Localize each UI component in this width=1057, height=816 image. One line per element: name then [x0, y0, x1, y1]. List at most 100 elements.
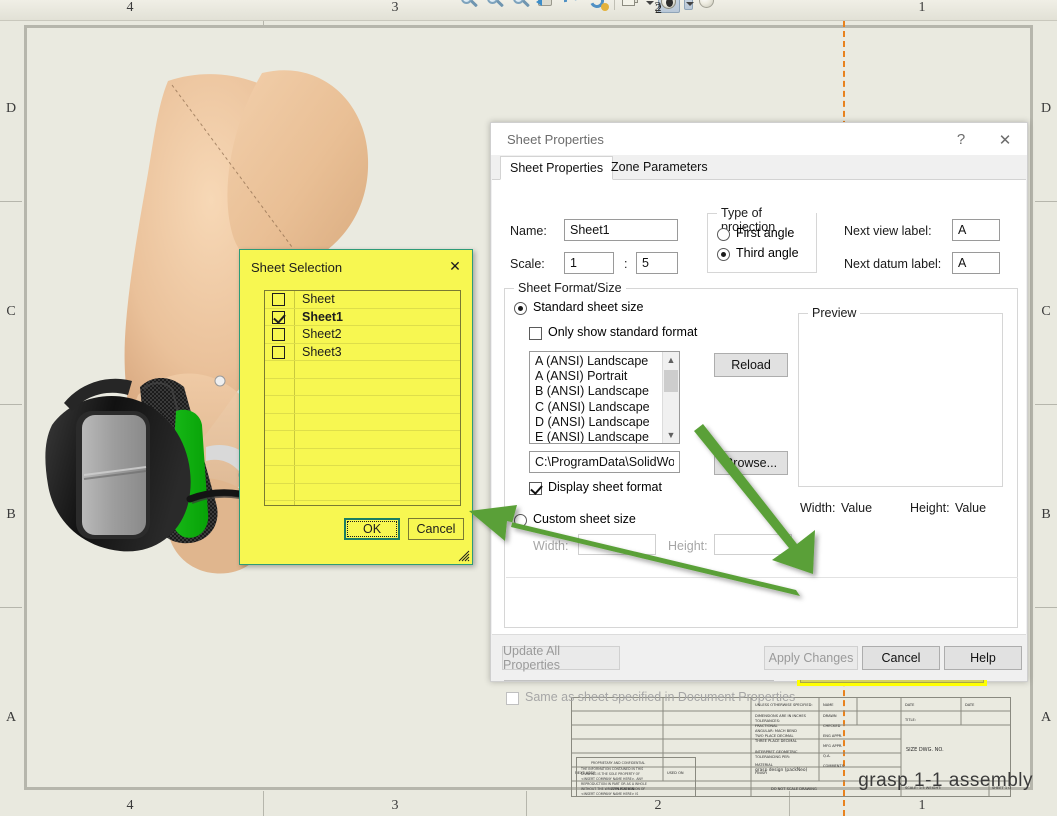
custom-height-input[interactable]	[714, 534, 792, 555]
custom-width-label: Width:	[533, 539, 568, 553]
tb-material-value: grasp design (packNeo)	[755, 767, 808, 773]
list-item[interactable]: Sheet1	[265, 309, 460, 327]
svg-text:ENG APPR.: ENG APPR.	[823, 734, 842, 738]
dialog-body: Name: Scale: : Type of projection First …	[492, 180, 1026, 634]
sheet-checkbox[interactable]	[272, 311, 285, 324]
sheet-format-size-label: Sheet Format/Size	[514, 281, 626, 295]
checkbox-only-standard-box	[529, 327, 542, 340]
zone-column-2-bottom: 2	[628, 798, 688, 814]
tab-sheet-properties[interactable]: Sheet Properties	[500, 156, 613, 180]
sheet-size-options: A (ANSI) Landscape A (ANSI) Portrait B (…	[530, 354, 662, 444]
checkbox-only-standard-label: Only show standard format	[548, 325, 697, 339]
proprietary-note-block: PROPRIETARY AND CONFIDENTIAL THE INFORMA…	[576, 757, 696, 797]
svg-text:DO NOT SCALE DRAWING: DO NOT SCALE DRAWING	[771, 787, 817, 791]
scroll-up-icon[interactable]: ▲	[663, 352, 679, 368]
list-item-empty[interactable]	[265, 396, 460, 414]
sheet-selection-close-icon[interactable]: ✕	[444, 256, 466, 276]
svg-text:INTERPRET GEOMETRIC: INTERPRET GEOMETRIC	[755, 750, 798, 754]
close-icon[interactable]: ✕	[983, 123, 1027, 156]
projection-group: Type of projection First angle Third ang…	[707, 213, 817, 273]
zone-column-4: 4	[100, 0, 160, 16]
sheet-selection-dialog[interactable]: Sheet Selection ✕ Sheet Sheet1 Sheet2 Sh…	[239, 249, 473, 565]
list-item-empty[interactable]	[265, 361, 460, 379]
sheet-format-path-input[interactable]	[529, 451, 680, 473]
svg-text:<INSERT COMPANY NAME HERE>. A: <INSERT COMPANY NAME HERE>. ANY	[581, 777, 643, 781]
next-datum-label: Next datum label:	[844, 257, 941, 271]
list-item[interactable]: E (ANSI) Landscape	[530, 430, 662, 444]
preview-height-value: Value	[955, 501, 986, 515]
update-all-properties-button[interactable]: Update All Properties	[502, 646, 620, 670]
apply-changes-button[interactable]: Apply Changes	[764, 646, 858, 670]
radio-first-angle-label: First angle	[736, 226, 794, 240]
list-item[interactable]: D (ANSI) Landscape	[530, 415, 662, 430]
sheet-selection-title: Sheet Selection	[251, 260, 342, 275]
list-item[interactable]: B (ANSI) Landscape	[530, 384, 662, 399]
dialog-footer: Update All Properties Apply Changes Canc…	[492, 634, 1026, 680]
pan-icon[interactable]	[588, 0, 610, 13]
zoom-to-selection-icon[interactable]	[536, 0, 558, 13]
next-datum-input[interactable]	[952, 252, 1000, 274]
resize-grip-icon[interactable]	[456, 548, 470, 562]
sheet-checkbox[interactable]	[272, 328, 285, 341]
sheet-size-listbox[interactable]: A (ANSI) Landscape A (ANSI) Portrait B (…	[529, 351, 680, 444]
list-item-empty[interactable]	[265, 414, 460, 432]
svg-text:FRACTIONAL: FRACTIONAL	[755, 724, 778, 728]
zoom-to-fit-icon[interactable]	[458, 0, 480, 13]
radio-custom-label: Custom sheet size	[533, 512, 636, 526]
radio-third-angle-dot	[717, 248, 730, 261]
list-item-empty[interactable]	[265, 379, 460, 397]
list-item[interactable]: Sheet3	[265, 344, 460, 362]
list-item-empty[interactable]	[265, 466, 460, 484]
scale-numerator-input[interactable]	[564, 252, 614, 274]
sheet-checkbox[interactable]	[272, 346, 285, 359]
sheet-format-size-group: Sheet Format/Size Standard sheet size On…	[504, 288, 1018, 628]
zoom-in-out-icon[interactable]	[510, 0, 532, 13]
list-item[interactable]: C (ANSI) Landscape	[530, 400, 662, 415]
name-input[interactable]	[564, 219, 678, 241]
preview-width-label: Width:	[800, 501, 835, 515]
help-question-icon[interactable]: ?	[939, 123, 983, 156]
help-button[interactable]: Help	[944, 646, 1022, 670]
sheet-checkbox[interactable]	[272, 293, 285, 306]
next-view-input[interactable]	[952, 219, 1000, 241]
zoom-to-area-icon[interactable]	[484, 0, 506, 13]
svg-text:DIMENSIONS ARE IN INCHES: DIMENSIONS ARE IN INCHES	[755, 714, 807, 718]
list-item-empty[interactable]	[265, 449, 460, 467]
scrollbar-thumb[interactable]	[664, 370, 678, 392]
sheet-properties-dialog[interactable]: Sheet Properties ? ✕ Sheet Properties Zo…	[490, 122, 1028, 682]
custom-height-label: Height:	[668, 539, 708, 553]
svg-text:MATERIAL: MATERIAL	[755, 763, 773, 767]
svg-text:CHECKED: CHECKED	[823, 724, 841, 728]
svg-text:ANGULAR: MACH BEND: ANGULAR: MACH BEND	[755, 729, 797, 733]
scale-denominator-input[interactable]	[636, 252, 678, 274]
list-item[interactable]: Sheet2	[265, 326, 460, 344]
proprietary-note-text: PROPRIETARY AND CONFIDENTIAL THE INFORMA…	[577, 758, 695, 796]
scroll-down-icon[interactable]: ▼	[663, 427, 679, 443]
listbox-scrollbar[interactable]: ▲ ▼	[662, 352, 679, 443]
zone-column-4-bottom: 4	[100, 798, 160, 814]
sheet-selection-ok-button[interactable]: OK	[344, 518, 400, 540]
checkbox-display-format-label: Display sheet format	[548, 480, 662, 494]
checkbox-same-as-sheet-box	[506, 692, 519, 705]
rotate-view-icon[interactable]	[562, 0, 584, 13]
svg-text:WITHOUT THE WRITTEN PERMISSION: WITHOUT THE WRITTEN PERMISSION OF	[581, 787, 645, 791]
browse-button[interactable]: Browse...	[714, 451, 788, 475]
zone-row-D: D	[0, 101, 22, 117]
reload-button[interactable]: Reload	[714, 353, 788, 377]
tab-zone-parameters[interactable]: Zone Parameters	[602, 156, 717, 180]
list-item-empty[interactable]	[265, 484, 460, 502]
cancel-button[interactable]: Cancel	[862, 646, 940, 670]
list-item[interactable]: Sheet	[265, 291, 460, 309]
list-item[interactable]: A (ANSI) Portrait	[530, 369, 662, 384]
appearance-icon[interactable]	[697, 0, 719, 13]
dialog-titlebar[interactable]: Sheet Properties ? ✕	[491, 123, 1027, 156]
sheet-selection-list[interactable]: Sheet Sheet1 Sheet2 Sheet3	[264, 290, 461, 506]
list-item[interactable]: A (ANSI) Landscape	[530, 354, 662, 369]
list-item-empty[interactable]	[265, 431, 460, 449]
svg-text:TOLERANCES:: TOLERANCES:	[754, 719, 780, 723]
zone-row-C: C	[0, 304, 22, 320]
preview-group: Preview	[798, 313, 1003, 487]
sheet-selection-cancel-button[interactable]: Cancel	[408, 518, 464, 540]
checkbox-display-format-box	[529, 482, 542, 495]
custom-width-input[interactable]	[578, 534, 656, 555]
